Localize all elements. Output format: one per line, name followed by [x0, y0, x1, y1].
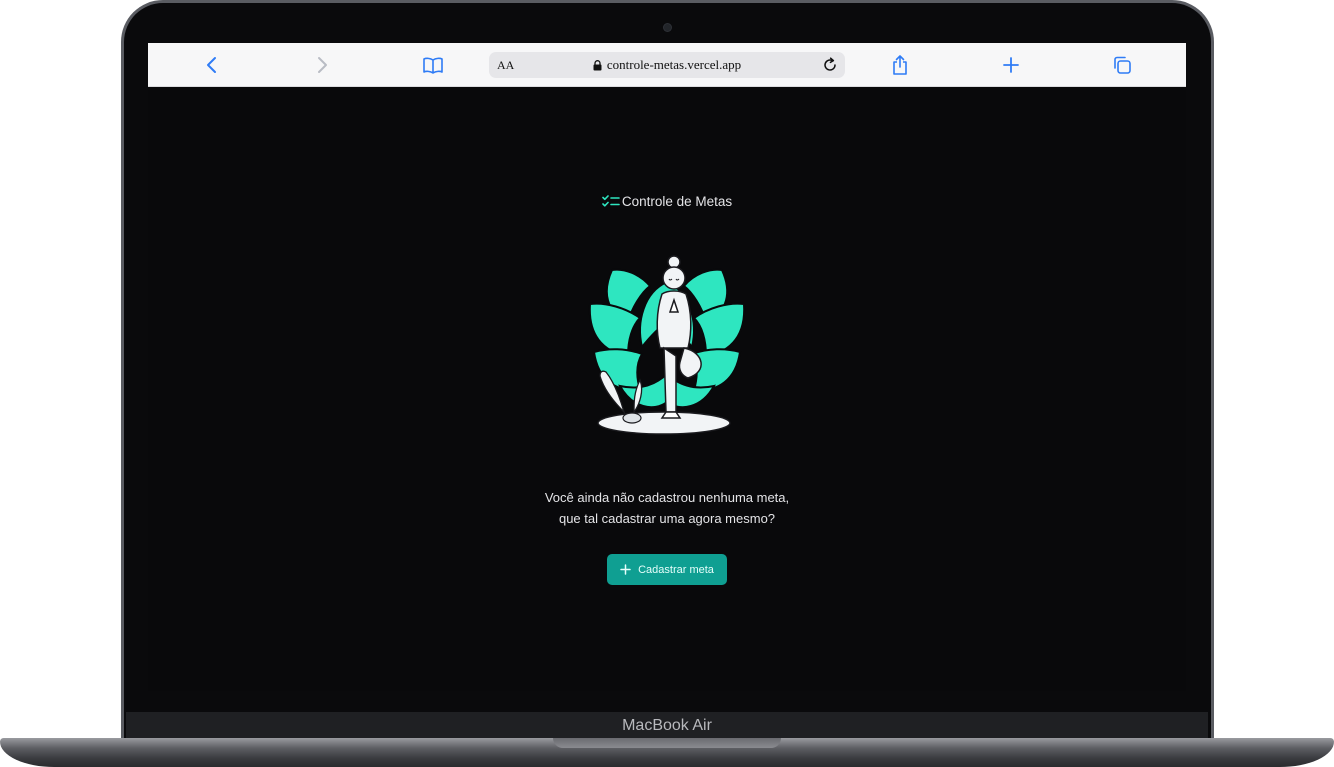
camera	[664, 24, 671, 31]
reload-icon[interactable]	[821, 56, 839, 74]
device-model-label: MacBook Air	[622, 717, 712, 734]
share-icon	[893, 55, 907, 75]
url-text: controle-metas.vercel.app	[606, 57, 742, 72]
browser-toolbar: AA controle-metas.vercel.app	[148, 43, 1186, 87]
forward-button[interactable]	[309, 52, 335, 78]
laptop-notch	[553, 738, 781, 748]
checklist-icon	[602, 195, 620, 207]
new-tab-button[interactable]	[998, 52, 1024, 78]
lock-icon	[593, 59, 602, 70]
bookmarks-icon	[423, 57, 443, 74]
share-button[interactable]	[887, 52, 913, 78]
brand-title: Controle de Metas	[621, 193, 733, 209]
new-tab-icon	[1003, 57, 1019, 73]
back-button[interactable]	[199, 52, 225, 78]
create-goal-label: Cadastrar meta	[638, 563, 714, 576]
back-icon	[207, 57, 216, 73]
browser-screen: AA controle-metas.vercel.app Controle de…	[148, 43, 1186, 691]
tabs-icon	[1114, 56, 1131, 74]
app-brand: Controle de Metas	[148, 191, 1186, 211]
empty-state-line-1: Você ainda não cadastrou nenhuma meta,	[544, 490, 790, 505]
create-goal-button[interactable]: Cadastrar meta	[607, 554, 727, 585]
empty-state-message: Você ainda não cadastrou nenhuma meta, q…	[148, 487, 1186, 529]
address-bar[interactable]: AA controle-metas.vercel.app	[489, 52, 845, 78]
plus-icon	[620, 564, 631, 575]
yoga-illustration	[588, 255, 746, 435]
forward-icon	[318, 57, 327, 73]
tabs-button[interactable]	[1109, 52, 1135, 78]
bookmarks-button[interactable]	[420, 52, 446, 78]
empty-state-line-2: que tal cadastrar uma agora mesmo?	[558, 511, 776, 526]
